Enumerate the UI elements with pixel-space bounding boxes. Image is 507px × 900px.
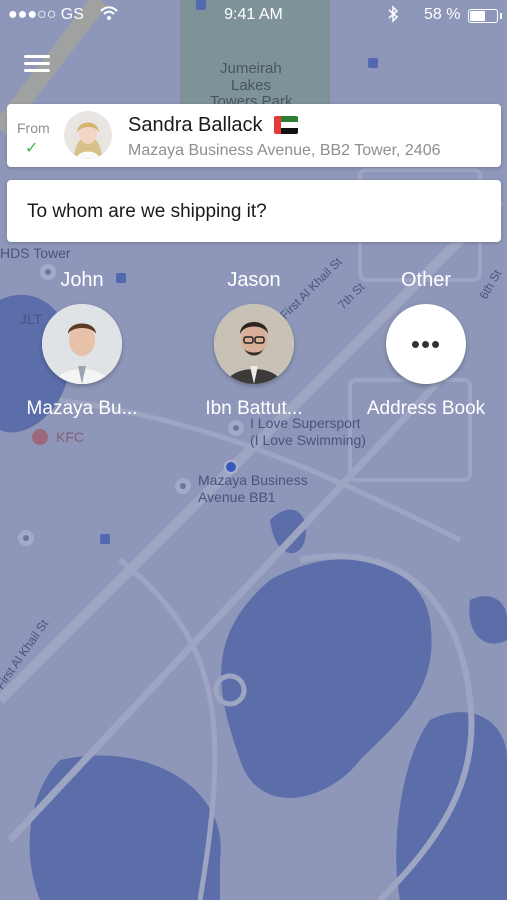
more-icon: ••• xyxy=(410,328,442,359)
recipient-other[interactable]: Other ••• Address Book xyxy=(341,266,507,420)
recipient-subtitle: Mazaya Bu... xyxy=(26,398,138,419)
recipient-subtitle: Ibn Battut... xyxy=(205,398,303,419)
sender-name: Sandra Ballack xyxy=(128,114,263,136)
battery-icon xyxy=(468,9,502,23)
hamburger-menu-icon[interactable] xyxy=(22,52,54,76)
recipient-question-card[interactable]: To whom are we shipping it? xyxy=(7,180,501,242)
battery-nub xyxy=(500,13,502,19)
screen: Jumeirah Lakes Towers Park HDS Tower JLT… xyxy=(0,0,507,900)
from-label: From xyxy=(17,120,50,136)
battery-percent: 58 % xyxy=(424,6,461,23)
battery-level xyxy=(470,11,485,21)
bluetooth-icon xyxy=(388,5,399,28)
recipient-name: Other xyxy=(400,269,452,291)
recipient-avatar-john[interactable] xyxy=(42,304,122,384)
checkmark-icon: ✓ xyxy=(25,140,39,157)
recipient-question: To whom are we shipping it? xyxy=(27,201,267,222)
sender-card[interactable]: From ✓ Sandra Ballack Mazaya Business Av… xyxy=(7,104,501,167)
recipient-subtitle: Address Book xyxy=(366,398,486,419)
address-book-button[interactable]: ••• xyxy=(386,304,466,384)
sender-avatar xyxy=(64,111,112,159)
sender-address: Mazaya Business Avenue, BB2 Tower, 2406 xyxy=(128,142,441,159)
recipient-name: Jason xyxy=(227,269,281,291)
uae-flag-icon xyxy=(274,116,298,134)
recipient-avatar-jason[interactable] xyxy=(214,304,294,384)
recipient-name: John xyxy=(60,269,104,291)
recipient-john[interactable]: John Mazaya Bu... xyxy=(0,266,167,420)
status-bar: ●●●○○ GS 9:41 AM 58 % xyxy=(0,0,507,30)
recipient-jason[interactable]: Jason Ibn Battut... xyxy=(169,266,339,420)
